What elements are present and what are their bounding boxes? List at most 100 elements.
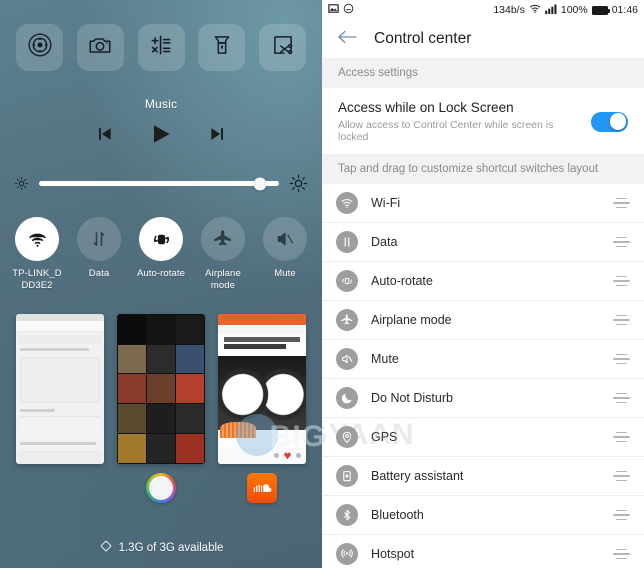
skip-previous-icon[interactable] [93, 124, 115, 149]
quick-toggle-auto-rotate[interactable]: Auto-rotate [132, 217, 190, 292]
list-item-bluetooth[interactable]: Bluetooth [322, 496, 644, 535]
drag-handle-icon[interactable] [613, 197, 630, 209]
quick-toggle-label: TP-LINK_D DD3E2 [12, 268, 62, 291]
flashlight-icon [209, 32, 235, 63]
auto-rotate-icon [139, 217, 183, 261]
page-title: Control center [374, 30, 472, 47]
recent-apps-list [0, 313, 322, 503]
list-item-hotspot[interactable]: Hotspot [322, 535, 644, 568]
tile-calculator[interactable] [137, 24, 185, 71]
drag-handle-icon[interactable] [613, 275, 630, 287]
drag-handle-icon[interactable] [613, 353, 630, 365]
bluetooth-icon [336, 504, 358, 526]
tile-flashlight[interactable] [198, 24, 246, 71]
list-item-label: Battery assistant [371, 469, 464, 483]
camera-icon [87, 32, 113, 63]
list-item-airplane-mode[interactable]: Airplane mode [322, 301, 644, 340]
drag-handle-icon[interactable] [613, 548, 630, 560]
signal-bars-icon [545, 4, 557, 17]
mute-icon [263, 217, 307, 261]
quick-toggle-wifi[interactable]: TP-LINK_D DD3E2 [8, 217, 66, 292]
calculator-icon [148, 32, 174, 63]
list-item-label: Auto-rotate [371, 274, 433, 288]
drag-handle-icon[interactable] [613, 236, 630, 248]
list-item-gps[interactable]: GPS [322, 418, 644, 457]
tile-camera[interactable] [76, 24, 124, 71]
screenshot-icon [328, 3, 339, 17]
quick-toggle-mute[interactable]: Mute [256, 217, 314, 292]
lock-screen-subtitle: Allow access to Control Center while scr… [338, 119, 554, 143]
tile-screenshot[interactable] [259, 24, 306, 71]
control-center-overlay: Music TP-LINK_D DD3E2 Data Auto-rotate A… [0, 0, 322, 568]
face-icon [343, 3, 354, 17]
customize-header: Tap and drag to customize shortcut switc… [322, 154, 644, 184]
wifi-icon [529, 4, 541, 17]
battery-full-icon [591, 5, 611, 15]
list-item-label: Data [371, 235, 398, 249]
access-settings-header: Access settings [322, 58, 644, 88]
skip-next-icon[interactable] [207, 124, 229, 149]
drag-handle-icon[interactable] [613, 314, 630, 326]
quick-toggle-label: Airplane mode [205, 268, 241, 291]
recent-app-card-2[interactable] [117, 313, 205, 503]
wifi-icon [15, 217, 59, 261]
list-item-battery-assistant[interactable]: Battery assistant [322, 457, 644, 496]
recent-app-card-3[interactable] [218, 313, 306, 503]
play-icon[interactable] [147, 121, 175, 152]
quick-toggles: TP-LINK_D DD3E2 Data Auto-rotate Airplan… [0, 217, 322, 292]
toggle-knob [609, 113, 627, 130]
status-bar: 134b/s 100% 01:46 [322, 0, 644, 20]
lock-screen-title: Access while on Lock Screen [338, 100, 514, 115]
quick-toggle-data[interactable]: Data [70, 217, 128, 292]
location-pin-icon [336, 426, 358, 448]
recent-app-icon-placeholder [45, 473, 75, 503]
back-arrow-icon[interactable] [336, 28, 358, 51]
network-speed: 134b/s [493, 4, 525, 16]
list-item-wifi[interactable]: Wi-Fi [322, 184, 644, 223]
recent-app-card-1[interactable] [16, 313, 104, 503]
drag-handle-icon[interactable] [613, 392, 630, 404]
tile-navigation-dock[interactable] [16, 24, 63, 71]
list-item-label: Mute [371, 352, 399, 366]
switch-list: Wi-Fi Data Auto-rotate Airplane mode Mut… [322, 184, 644, 568]
list-item-label: Bluetooth [371, 508, 424, 522]
screenshot-scissors-icon [270, 32, 296, 63]
browser-ring-icon[interactable] [146, 473, 176, 503]
quick-toggle-label: Data [88, 268, 110, 279]
brightness-slider-row [0, 174, 322, 193]
media-grid-card[interactable] [117, 313, 205, 464]
news-article-card[interactable] [16, 313, 104, 464]
soundcloud-icon[interactable] [247, 472, 277, 503]
battery-icon [336, 465, 358, 487]
music-controls [0, 121, 322, 152]
drag-handle-icon[interactable] [613, 431, 630, 443]
list-item-label: Wi-Fi [371, 196, 401, 210]
list-item-data[interactable]: Data [322, 223, 644, 262]
drag-handle-icon[interactable] [613, 470, 630, 482]
brightness-slider-thumb[interactable] [253, 177, 267, 190]
hotspot-icon [336, 543, 358, 565]
lock-screen-access-row[interactable]: Access while on Lock Screen Allow access… [322, 88, 644, 154]
control-center-settings-page: 134b/s 100% 01:46 Control center Access … [322, 0, 644, 568]
list-item-do-not-disturb[interactable]: Do Not Disturb [322, 379, 644, 418]
joystick-icon [27, 32, 53, 63]
battery-percent: 100% [560, 4, 588, 16]
list-item-auto-rotate[interactable]: Auto-rotate [322, 262, 644, 301]
memory-diamond-icon [99, 539, 113, 556]
airplane-icon [201, 217, 245, 261]
list-item-label: Hotspot [371, 547, 415, 561]
quick-toggle-label: Auto-rotate [136, 268, 186, 279]
airplane-icon [336, 309, 358, 331]
quick-toggle-airplane-mode[interactable]: Airplane mode [194, 217, 252, 292]
list-item-mute[interactable]: Mute [322, 340, 644, 379]
mute-icon [336, 348, 358, 370]
music-label: Music [144, 97, 178, 111]
list-item-label: GPS [371, 430, 398, 444]
clock-time: 01:46 [611, 4, 638, 16]
shortcut-tiles [0, 0, 322, 71]
music-player-card[interactable] [218, 313, 306, 464]
lock-screen-toggle[interactable] [591, 111, 628, 132]
data-arrows-icon [336, 231, 358, 253]
drag-handle-icon[interactable] [613, 509, 630, 521]
brightness-slider[interactable] [39, 177, 279, 190]
